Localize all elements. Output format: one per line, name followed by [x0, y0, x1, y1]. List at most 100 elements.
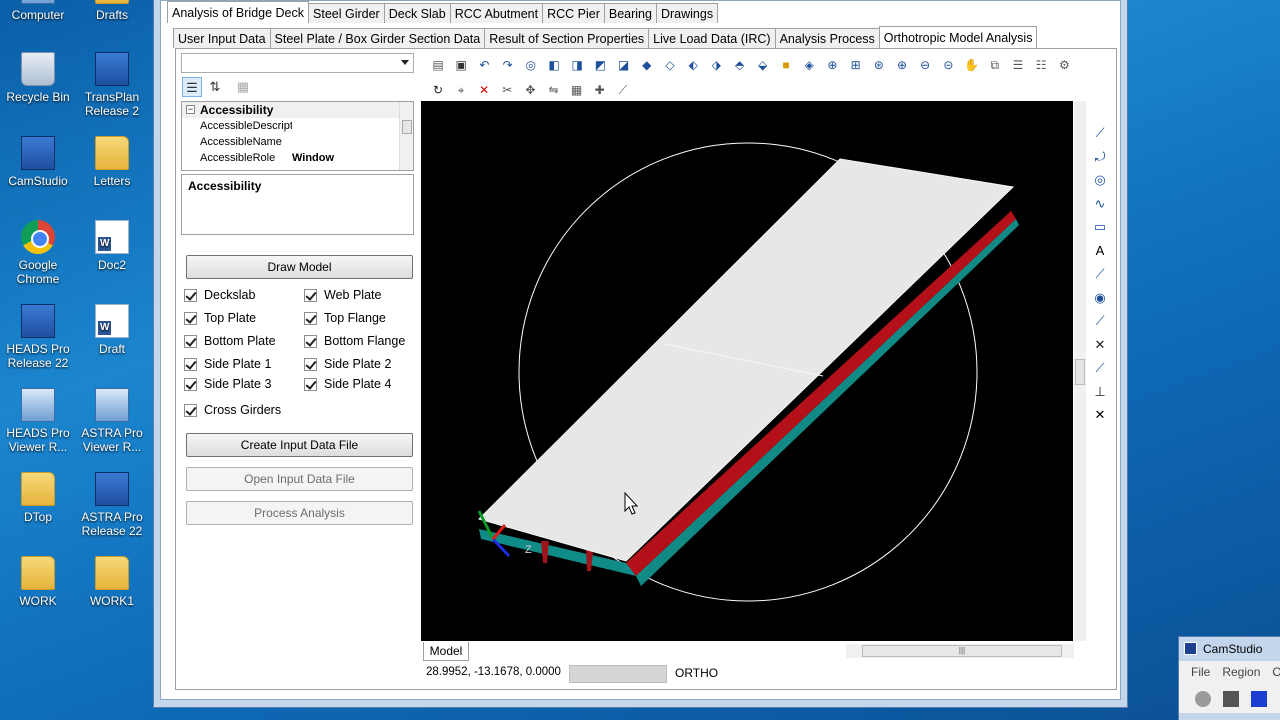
checkbox-box[interactable]: [184, 288, 197, 302]
tab-rcc-abutment[interactable]: RCC Abutment: [449, 3, 544, 23]
close-icon[interactable]: ✕: [1090, 405, 1110, 425]
object-selector-combo[interactable]: [181, 53, 414, 73]
property-category[interactable]: − Accessibility: [182, 102, 413, 118]
scroll-thumb[interactable]: [402, 120, 412, 134]
view-front-icon[interactable]: ◧: [544, 55, 564, 75]
stop-icon[interactable]: [1251, 691, 1267, 707]
zoom-dynamic-icon[interactable]: ⊛: [869, 55, 889, 75]
tab-live-load-data-irc[interactable]: Live Load Data (IRC): [648, 28, 776, 48]
view-back-icon[interactable]: ◨: [567, 55, 587, 75]
top-plate-checkbox[interactable]: Top Plate: [184, 311, 256, 325]
tab-orthotropic-model-analysis[interactable]: Orthotropic Model Analysis: [878, 26, 1038, 48]
rectangle-icon[interactable]: ▭: [1090, 217, 1110, 237]
pause-icon[interactable]: [1223, 691, 1239, 707]
erase-icon[interactable]: ✂: [497, 80, 517, 100]
categorized-view-icon[interactable]: ☰: [182, 77, 202, 97]
side-plate-2-checkbox[interactable]: Side Plate 2: [304, 357, 391, 371]
desktop-icon[interactable]: Drafts: [74, 0, 150, 22]
line-icon[interactable]: ⟋: [1090, 123, 1110, 143]
checkbox-box[interactable]: [184, 357, 197, 371]
curve-icon[interactable]: ∿: [1090, 194, 1110, 214]
property-grid-scrollbar[interactable]: [399, 102, 413, 170]
move-icon[interactable]: ✥: [520, 80, 540, 100]
desktop-icon[interactable]: ASTRA Pro Viewer R...: [74, 388, 150, 454]
viewport-horizontal-scrollbar[interactable]: |||: [846, 644, 1074, 658]
checkbox-box[interactable]: [184, 311, 197, 325]
draw-model-button[interactable]: Draw Model: [186, 255, 413, 279]
side-plate-3-checkbox[interactable]: Side Plate 3: [184, 377, 271, 391]
desktop-icon[interactable]: Doc2: [74, 220, 150, 272]
camstudio-menu-item[interactable]: Region: [1222, 661, 1260, 683]
tab-steel-plate-box-girder-section-data[interactable]: Steel Plate / Box Girder Section Data: [269, 28, 486, 48]
view-right-icon[interactable]: ◇: [660, 55, 680, 75]
property-row[interactable]: AccessibleName: [182, 134, 413, 150]
view-bottom-icon[interactable]: ◪: [614, 55, 634, 75]
tab-rcc-pier[interactable]: RCC Pier: [542, 3, 605, 23]
desktop-icon[interactable]: Google Chrome: [0, 220, 76, 286]
camstudio-titlebar[interactable]: CamStudio: [1179, 637, 1280, 661]
tab-drawings[interactable]: Drawings: [655, 3, 719, 23]
desktop-icon[interactable]: HEADS Pro Viewer R...: [0, 388, 76, 454]
print-icon[interactable]: ▤: [428, 55, 448, 75]
perpendicular-icon[interactable]: ⊥: [1090, 382, 1110, 402]
desktop-icon[interactable]: HEADS Pro Release 22: [0, 304, 76, 370]
desktop-icon[interactable]: Draft: [74, 304, 150, 356]
snap-icon[interactable]: ✕: [1090, 335, 1110, 355]
checkbox-box[interactable]: [304, 334, 317, 348]
layers-icon[interactable]: ⧉: [985, 55, 1005, 75]
trim-icon[interactable]: ✚: [590, 80, 610, 100]
checkbox-box[interactable]: [184, 377, 197, 391]
open-input-data-file-button[interactable]: Open Input Data File: [186, 467, 413, 491]
property-pages-icon[interactable]: ▦: [233, 77, 253, 97]
circle-icon[interactable]: ◎: [1090, 170, 1110, 190]
mirror-icon[interactable]: ⇋: [544, 80, 564, 100]
side-plate-1-checkbox[interactable]: Side Plate 1: [184, 357, 271, 371]
undo-icon[interactable]: ↶: [474, 55, 494, 75]
line-weight-icon[interactable]: ☰: [1008, 55, 1028, 75]
view-left-icon[interactable]: ◆: [637, 55, 657, 75]
bottom-flange-checkbox[interactable]: Bottom Flange: [304, 334, 405, 348]
render-icon[interactable]: ◈: [799, 55, 819, 75]
polyline-icon[interactable]: ⟋: [1090, 264, 1110, 284]
desktop-icon[interactable]: CamStudio: [0, 136, 76, 188]
text-icon[interactable]: A: [1090, 241, 1110, 261]
desktop-icon[interactable]: Computer: [0, 0, 76, 22]
model-tab[interactable]: Model: [423, 642, 469, 661]
settings-icon[interactable]: ⚙: [1054, 55, 1074, 75]
checkbox-box[interactable]: [184, 334, 197, 348]
rotate-icon[interactable]: ↻: [428, 80, 448, 100]
tab-steel-girder[interactable]: Steel Girder: [308, 3, 385, 23]
property-row[interactable]: AccessibleDescript: [182, 118, 413, 134]
iso-4-icon[interactable]: ⬙: [753, 55, 773, 75]
view-top-icon[interactable]: ◩: [590, 55, 610, 75]
desktop-icon[interactable]: Recycle Bin: [0, 52, 76, 104]
zoom-in-icon[interactable]: ⊕: [892, 55, 912, 75]
model-canvas[interactable]: Z: [421, 101, 1073, 641]
iso-2-icon[interactable]: ⬗: [706, 55, 726, 75]
chevron-down-icon[interactable]: [401, 60, 409, 65]
property-row[interactable]: AccessibleRole Window: [182, 150, 413, 166]
desktop-icon[interactable]: TransPlan Release 2: [74, 52, 150, 118]
record-icon[interactable]: [1195, 691, 1211, 707]
deckslab-checkbox[interactable]: Deckslab: [184, 288, 255, 302]
zoom-window-icon[interactable]: ⊕: [822, 55, 842, 75]
model-viewport[interactable]: Z: [421, 101, 1073, 641]
select-icon[interactable]: ⌖: [451, 80, 471, 100]
save-icon[interactable]: ▣: [451, 55, 471, 75]
ortho-mode-indicator[interactable]: ORTHO: [675, 666, 718, 680]
checkbox-box[interactable]: [304, 357, 317, 371]
zoom-out-icon[interactable]: ⊝: [938, 55, 958, 75]
donut-icon[interactable]: ◉: [1090, 288, 1110, 308]
desktop-icon[interactable]: WORK: [0, 556, 76, 608]
checkbox-box[interactable]: [304, 288, 317, 302]
zoom-all-icon[interactable]: ⊞: [846, 55, 866, 75]
scroll-thumb[interactable]: |||: [862, 645, 1062, 657]
checkbox-box[interactable]: [184, 403, 197, 417]
construction-icon[interactable]: ⟋: [1090, 358, 1110, 378]
cross-girders-checkbox[interactable]: Cross Girders: [184, 403, 281, 417]
camstudio-menu-item[interactable]: File: [1191, 661, 1210, 683]
checkbox-box[interactable]: [304, 311, 317, 325]
tab-user-input-data[interactable]: User Input Data: [173, 28, 271, 48]
iso-1-icon[interactable]: ⬖: [683, 55, 703, 75]
pan-icon[interactable]: ✋: [962, 55, 982, 75]
